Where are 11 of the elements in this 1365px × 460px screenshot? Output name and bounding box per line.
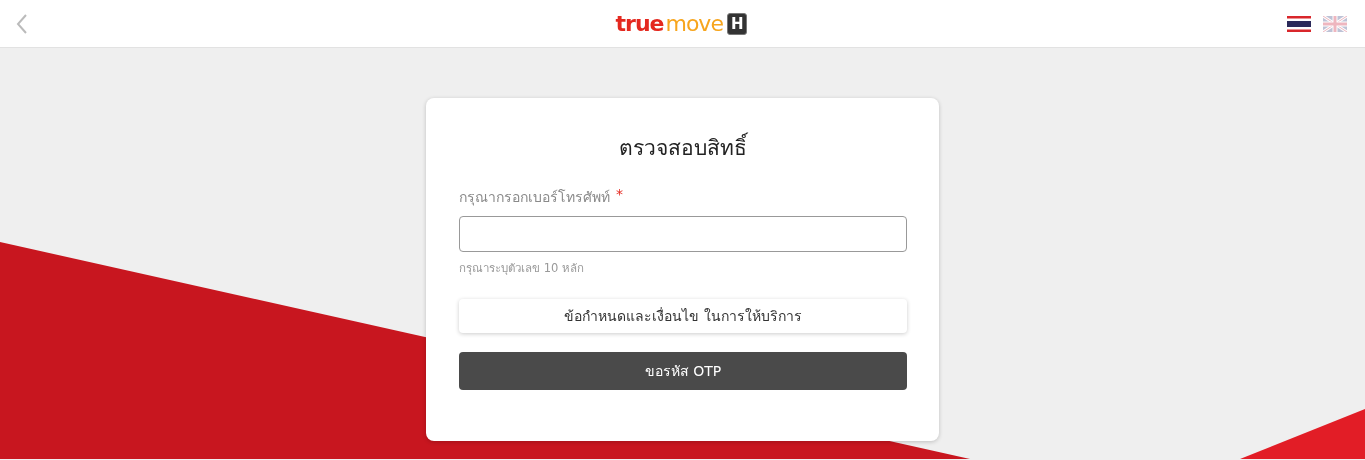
request-otp-button[interactable]: ขอรหัส OTP — [459, 352, 907, 390]
thai-flag-icon[interactable] — [1287, 15, 1311, 32]
form-title: ตรวจสอบสิทธิ์ — [619, 131, 747, 164]
field-label: กรุณากรอกเบอร์โทรศัพท์ — [459, 188, 610, 208]
logo: truemove H — [615, 11, 748, 36]
required-mark: * — [616, 186, 623, 204]
field-hint: กรุณาระบุตัวเลข 10 หลัก — [459, 260, 585, 277]
english-flag-icon[interactable] — [1323, 15, 1347, 32]
back-icon[interactable] — [16, 13, 28, 34]
phone-input-field[interactable] — [459, 216, 907, 252]
terms-button[interactable]: ข้อกำหนดและเงื่อนไข ในการให้บริการ — [459, 299, 907, 333]
